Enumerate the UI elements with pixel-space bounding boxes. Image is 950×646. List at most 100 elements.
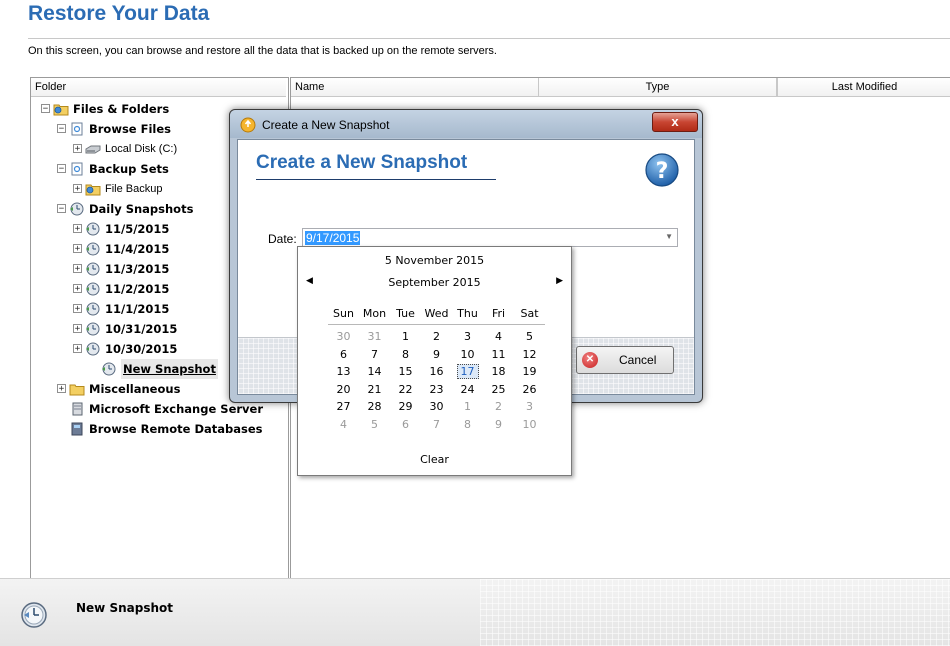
calendar-day[interactable]: 24 <box>452 383 483 396</box>
tree-item[interactable]: + Local Disk (C:) <box>73 138 177 158</box>
date-value[interactable]: 9/17/2015 <box>305 231 361 245</box>
calendar-day[interactable]: 6 <box>390 418 421 431</box>
calendar-day[interactable]: 21 <box>359 383 390 396</box>
expand-icon[interactable]: + <box>73 304 82 314</box>
calendar-day[interactable]: 25 <box>483 383 514 396</box>
calendar-day[interactable]: 2 <box>483 400 514 413</box>
date-picker-input[interactable]: 9/17/2015 ▼ <box>302 228 678 247</box>
calendar-day[interactable]: 27 <box>328 400 359 413</box>
tree-item[interactable]: − Backup Sets <box>57 158 169 178</box>
tree-item[interactable]: +11/3/2015 <box>73 258 169 278</box>
calendar-day[interactable]: 6 <box>328 348 359 361</box>
calendar-day[interactable]: 2 <box>421 330 452 343</box>
chevron-down-icon[interactable]: ▼ <box>665 232 673 241</box>
status-bar: New Snapshot <box>0 578 950 646</box>
calendar-day[interactable]: 10 <box>452 348 483 361</box>
tree-item[interactable]: − Files & Folders <box>41 98 169 118</box>
tree-item[interactable]: +10/31/2015 <box>73 318 177 338</box>
tree-item-label: 11/4/2015 <box>105 241 170 256</box>
tree-item[interactable]: +11/4/2015 <box>73 238 169 258</box>
collapse-icon[interactable]: − <box>41 104 50 114</box>
expand-icon[interactable]: + <box>73 144 82 154</box>
tree-item[interactable]: +11/2/2015 <box>73 278 169 298</box>
calendar-day[interactable]: 5 <box>359 418 390 431</box>
next-month-icon[interactable]: ▶ <box>556 276 563 286</box>
calendar-day[interactable]: 7 <box>421 418 452 431</box>
tree-item[interactable]: + Miscellaneous <box>57 378 180 398</box>
calendar-day[interactable]: 9 <box>421 348 452 361</box>
calendar-day[interactable]: 22 <box>390 383 421 396</box>
page-icon <box>69 162 85 176</box>
calendar-day[interactable]: 8 <box>390 348 421 361</box>
calendar-day[interactable]: 11 <box>483 348 514 361</box>
dialog-titlebar[interactable]: Create a New Snapshot x <box>230 110 702 138</box>
weekday-header: Thu <box>457 307 478 320</box>
calendar-day[interactable]: 9 <box>483 418 514 431</box>
collapse-icon[interactable]: − <box>57 124 66 134</box>
calendar-day[interactable]: 3 <box>452 330 483 343</box>
tree-item[interactable]: New Snapshot <box>89 358 218 379</box>
folder-column-header[interactable]: Folder <box>31 78 286 97</box>
calendar-day[interactable]: 10 <box>514 418 545 431</box>
column-header-type[interactable]: Type <box>539 78 777 97</box>
column-header-name[interactable]: Name <box>291 78 539 97</box>
dialog-heading: Create a New Snapshot <box>256 152 468 173</box>
expand-icon[interactable]: + <box>57 384 66 394</box>
expand-icon[interactable]: + <box>73 184 82 194</box>
expand-icon[interactable]: + <box>73 264 82 274</box>
expand-icon[interactable]: + <box>73 224 82 234</box>
cancel-button[interactable]: ✕ Cancel <box>576 346 674 374</box>
column-header-last-modified[interactable]: Last Modified <box>777 78 950 97</box>
backup-folder-icon <box>53 102 69 116</box>
calendar-today-label[interactable]: 5 November 2015 <box>298 254 571 267</box>
tree-item[interactable]: +11/1/2015 <box>73 298 169 318</box>
calendar-day[interactable]: 19 <box>514 365 545 378</box>
calendar-day[interactable]: 4 <box>483 330 514 343</box>
calendar-clear-button[interactable]: Clear <box>298 453 571 466</box>
tree-item[interactable]: + File Backup <box>73 178 162 198</box>
calendar-day[interactable]: 14 <box>359 365 390 378</box>
status-pattern <box>480 579 950 646</box>
expand-icon[interactable]: + <box>73 344 82 354</box>
page-title: Restore Your Data <box>28 2 210 25</box>
calendar-day[interactable]: 18 <box>483 365 514 378</box>
header-divider <box>28 38 950 39</box>
backup-folder-icon <box>85 182 101 196</box>
tree-item[interactable]: +11/5/2015 <box>73 218 169 238</box>
calendar-month-label[interactable]: September 2015 <box>298 276 571 289</box>
expand-icon[interactable]: + <box>73 244 82 254</box>
tree-item-label: 10/31/2015 <box>105 321 178 336</box>
calendar-day[interactable]: 31 <box>359 330 390 343</box>
calendar-day[interactable]: 26 <box>514 383 545 396</box>
exchange-server-icon <box>69 402 85 416</box>
tree-item[interactable]: +10/30/2015 <box>73 338 177 358</box>
expand-icon[interactable]: + <box>73 284 82 294</box>
calendar-day[interactable]: 13 <box>328 365 359 378</box>
calendar-day[interactable]: 3 <box>514 400 545 413</box>
calendar-day[interactable]: 1 <box>390 330 421 343</box>
calendar-day[interactable]: 16 <box>421 365 452 378</box>
calendar-day[interactable]: 8 <box>452 418 483 431</box>
calendar-day[interactable]: 28 <box>359 400 390 413</box>
calendar-day[interactable]: 5 <box>514 330 545 343</box>
help-question-icon[interactable]: ? <box>644 152 680 191</box>
close-icon[interactable]: x <box>652 112 698 132</box>
calendar-day[interactable]: 30 <box>328 330 359 343</box>
calendar-day[interactable]: 30 <box>421 400 452 413</box>
calendar-day[interactable]: 23 <box>421 383 452 396</box>
calendar-day[interactable]: 20 <box>328 383 359 396</box>
calendar-day[interactable]: 29 <box>390 400 421 413</box>
calendar-day[interactable]: 7 <box>359 348 390 361</box>
calendar-day[interactable]: 12 <box>514 348 545 361</box>
collapse-icon[interactable]: − <box>57 204 66 214</box>
selected-day[interactable]: 17 <box>456 364 479 379</box>
calendar-day[interactable]: 17 <box>452 364 483 379</box>
collapse-icon[interactable]: − <box>57 164 66 174</box>
calendar-day[interactable]: 1 <box>452 400 483 413</box>
calendar-day[interactable]: 4 <box>328 418 359 431</box>
tree-item[interactable]: − Browse Files <box>57 118 171 138</box>
expand-icon[interactable]: + <box>73 324 82 334</box>
tree-item[interactable]: − Daily Snapshots <box>57 198 193 218</box>
calendar-day[interactable]: 15 <box>390 365 421 378</box>
tree-item[interactable]: Browse Remote Databases <box>57 418 263 438</box>
